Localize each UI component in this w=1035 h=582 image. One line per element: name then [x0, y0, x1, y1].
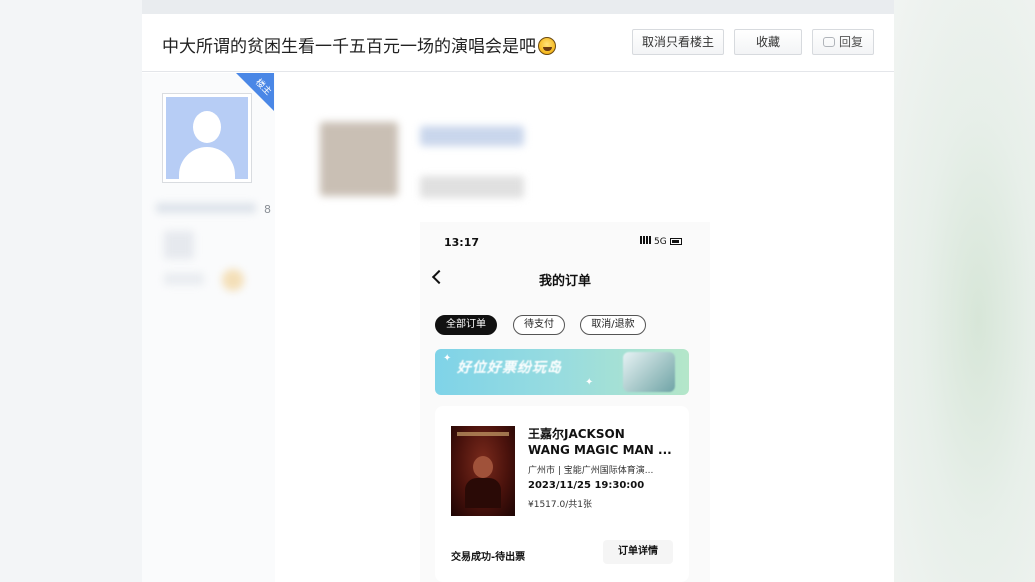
- page-margin-left: [0, 0, 142, 582]
- order-card: 王嘉尔JACKSON WANG MAGIC MAN ... 广州市 | 宝能广州…: [435, 406, 689, 582]
- thread-title-bar: 中大所谓的贫困生看一千五百元一场的演唱会是吧 取消只看楼主 收藏 回复: [142, 14, 894, 72]
- grinning-sweat-emoji-icon: [538, 37, 556, 55]
- page-margin-right: [893, 0, 1035, 582]
- event-datetime: 2023/11/25 19:30:00: [528, 480, 645, 491]
- banner-text: 好位好票纷玩岛: [457, 360, 562, 376]
- owner-badge: 楼主: [236, 73, 274, 111]
- reply-button[interactable]: 回复: [812, 29, 874, 55]
- status-indicators: 5G: [640, 236, 682, 247]
- reply-label: 回复: [838, 35, 863, 49]
- blurred-badge: [222, 269, 244, 291]
- sidebar-number: 8: [264, 203, 271, 216]
- blurred-image-thumbnail: [320, 122, 398, 196]
- top-strip: [142, 0, 894, 14]
- filter-chip-refund: 取消/退款: [580, 315, 646, 335]
- order-screenshot: 13:17 5G 我的订单 全部订单 待支付 取消/退款 ✦ ✦ 好位好票纷玩岛…: [420, 222, 710, 582]
- filter-chip-pending: 待支付: [513, 315, 565, 335]
- status-time: 13:17: [444, 236, 480, 249]
- blurred-level: [164, 231, 194, 259]
- event-name-line1: 王嘉尔JACKSON: [528, 427, 625, 441]
- order-detail-button: 订单详情: [603, 540, 673, 564]
- signal-icon: [640, 236, 652, 244]
- event-name: 王嘉尔JACKSON WANG MAGIC MAN ...: [528, 426, 678, 458]
- filter-chip-all: 全部订单: [435, 315, 497, 335]
- order-status: 交易成功-待出票: [451, 552, 526, 563]
- comment-icon: [822, 37, 835, 47]
- phone-page-title: 我的订单: [538, 274, 591, 289]
- blurred-image-subtitle: [420, 176, 524, 198]
- order-price: ¥1517.0/共1张: [528, 500, 592, 510]
- blurred-username: [156, 203, 256, 213]
- blurred-image-title: [420, 126, 524, 146]
- network-label: 5G: [654, 237, 667, 247]
- thread-title: 中大所谓的贫困生看一千五百元一场的演唱会是吧: [162, 32, 556, 57]
- sparkle-icon: ✦: [585, 377, 594, 388]
- sparkle-icon: ✦: [443, 353, 452, 364]
- banner-illustration: [623, 352, 675, 392]
- author-sidebar: 楼主 8: [142, 73, 275, 582]
- favorite-button[interactable]: 收藏: [734, 29, 802, 55]
- cancel-owner-only-button[interactable]: 取消只看楼主: [632, 29, 724, 55]
- battery-icon: [669, 238, 682, 245]
- event-name-line2: WANG MAGIC MAN ...: [528, 443, 672, 457]
- blurred-info: [164, 273, 204, 285]
- event-venue: 广州市 | 宝能广州国际体育演...: [528, 466, 654, 476]
- event-poster: [451, 426, 515, 516]
- promo-banner: ✦ ✦ 好位好票纷玩岛: [435, 349, 689, 395]
